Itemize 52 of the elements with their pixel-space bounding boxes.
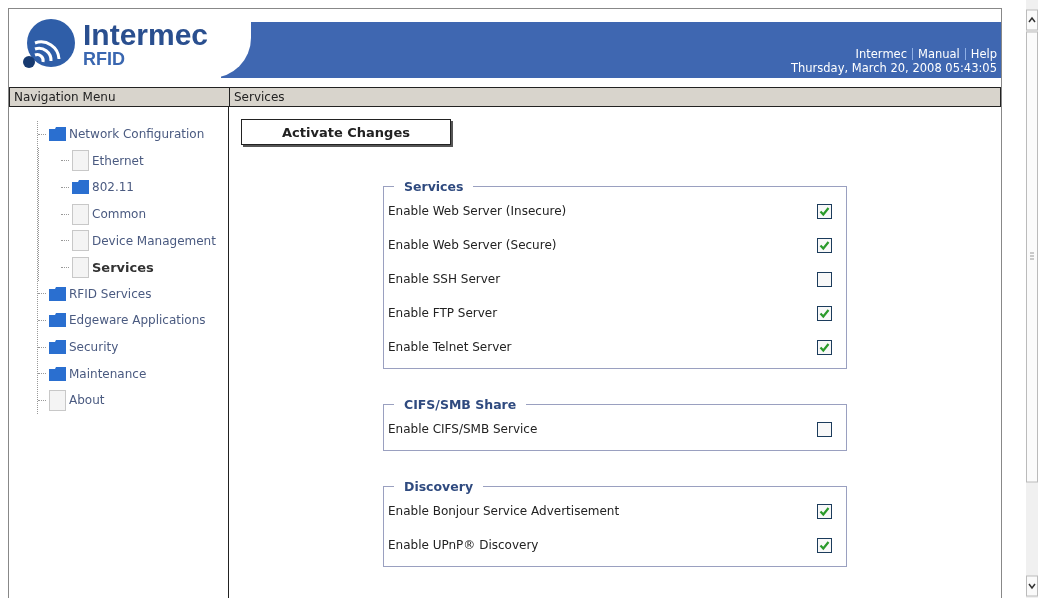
nav-item[interactable]: Ethernet — [92, 153, 144, 168]
page-icon — [72, 256, 89, 278]
option-label: Enable Web Server (Secure) — [388, 238, 557, 252]
folder-icon — [49, 286, 66, 301]
group-title: CIFS/SMB Share — [403, 397, 518, 412]
nav-item[interactable]: Edgeware Applications — [69, 313, 206, 328]
option-label: Enable Bonjour Service Advertisement — [388, 504, 620, 518]
header-link[interactable]: Intermec — [855, 47, 907, 61]
nav-item[interactable]: Common — [92, 207, 147, 222]
nav-item[interactable]: About — [69, 393, 105, 408]
scrollbar[interactable] — [1026, 0, 1038, 598]
folder-icon — [49, 366, 66, 381]
checkbox[interactable] — [817, 237, 832, 253]
group-title: Discovery — [403, 479, 475, 494]
group-title: Services — [403, 179, 465, 194]
wireless-logo-icon — [21, 18, 77, 69]
checkbox[interactable] — [817, 421, 832, 437]
checkbox[interactable] — [817, 203, 832, 219]
nav-item[interactable]: RFID Services — [69, 286, 152, 301]
nav-item[interactable]: Network Configuration — [69, 127, 205, 142]
nav-item[interactable]: Security — [69, 340, 119, 355]
option-label: Enable FTP Server — [388, 306, 498, 320]
page-icon — [72, 203, 89, 225]
option-label: Enable SSH Server — [388, 272, 501, 286]
checkbox[interactable] — [817, 537, 832, 553]
checkbox[interactable] — [817, 271, 832, 287]
option-label: Enable Web Server (Insecure) — [388, 204, 567, 218]
nav-item[interactable]: Device Management — [92, 233, 216, 248]
nav-item[interactable]: 802.11 — [92, 180, 134, 195]
folder-icon — [49, 340, 66, 355]
nav-heading: Navigation Menu — [10, 88, 230, 106]
option-label: Enable UPnP® Discovery — [388, 538, 539, 552]
option-label: Enable CIFS/SMB Service — [388, 422, 538, 436]
checkbox[interactable] — [817, 503, 832, 519]
checkbox[interactable] — [817, 305, 832, 321]
folder-icon — [49, 313, 66, 328]
page-heading: Services — [233, 89, 286, 106]
brand-name: Intermec — [83, 19, 209, 50]
checkbox[interactable] — [817, 339, 832, 355]
brand-subtitle: RFID — [83, 49, 126, 68]
header-link[interactable]: Help — [970, 47, 997, 61]
page-icon — [72, 150, 89, 172]
nav-item[interactable]: Services — [92, 259, 154, 275]
page-icon — [49, 389, 66, 411]
folder-icon — [72, 180, 89, 195]
header-link[interactable]: Manual — [918, 47, 960, 61]
option-label: Enable Telnet Server — [388, 340, 512, 354]
nav-item[interactable]: Maintenance — [69, 366, 147, 381]
date-time: Thursday, March 20, 2008 05:43:05 — [791, 61, 997, 75]
activate-changes-button[interactable]: Activate Changes — [241, 119, 451, 145]
page-icon — [72, 230, 89, 252]
folder-icon — [49, 127, 66, 142]
